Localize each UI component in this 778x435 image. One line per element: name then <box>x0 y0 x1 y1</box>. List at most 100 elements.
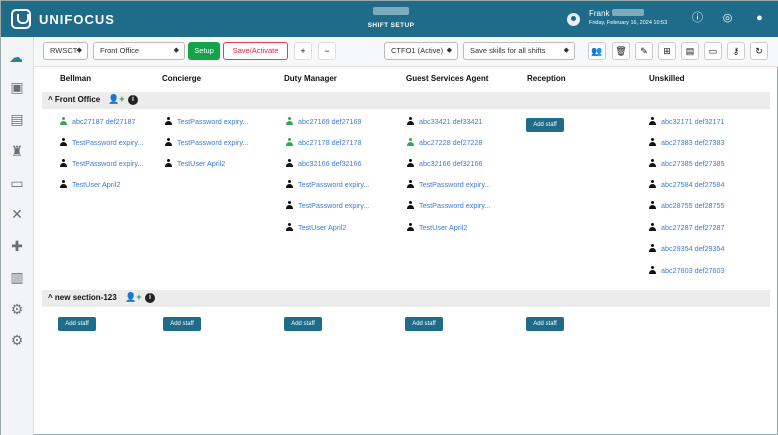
property-select[interactable]: RWSCT ◆ <box>43 42 88 60</box>
staff-member-name: abc29354 def29354 <box>661 244 725 253</box>
staff-member-link[interactable]: TestPassword expiry... <box>286 201 369 210</box>
staff-member-name: abc32166 def32166 <box>298 159 362 168</box>
remove-section-button[interactable]: − <box>318 42 336 60</box>
add-user-icon[interactable]: 👤+ <box>108 94 124 105</box>
staff-member-link[interactable]: abc27385 def27385 <box>649 159 725 168</box>
staff-member-name: TestUser April2 <box>419 223 468 232</box>
column-header-unskilled: Unskilled <box>649 74 685 83</box>
staff-member-name: TestUser April2 <box>72 180 121 189</box>
save-activate-button[interactable]: Save/Activate <box>223 42 288 60</box>
add-staff-button-reception-section-2[interactable]: Add staff <box>526 317 564 331</box>
user-icon[interactable] <box>567 13 580 26</box>
chart-icon[interactable]: ▥ <box>8 268 26 286</box>
staff-member-link[interactable]: abc33421 def33421 <box>407 117 483 126</box>
section-info-icon[interactable]: i <box>128 95 138 105</box>
unifocus-logo[interactable]: UNIFOCUS <box>11 9 115 29</box>
current-date: Friday, February 16, 2024 10:53 <box>589 20 668 26</box>
clipboard-icon[interactable]: ▤ <box>8 110 26 128</box>
sort-arrow-icon: ◆ <box>76 47 82 54</box>
bed-icon[interactable]: ▭ <box>8 174 26 192</box>
column-header-reception: Reception <box>527 74 566 83</box>
section-title: ^ Front Office <box>48 95 101 104</box>
staff-member-link[interactable]: TestUser April2 <box>165 159 225 168</box>
staff-member-link[interactable]: abc28755 def28755 <box>649 201 725 210</box>
person-icon <box>286 117 293 125</box>
staff-member-link[interactable]: TestUser April2 <box>60 180 120 189</box>
front-office-section-header[interactable]: ^ Front Office 👤+ i <box>42 92 770 109</box>
trash-icon[interactable]: 🗑 <box>612 42 630 60</box>
refresh-icon[interactable]: ↻ <box>750 42 768 60</box>
skills-select[interactable]: Save skills for all shifts ◆ <box>463 42 575 60</box>
bell-icon[interactable]: ● <box>753 12 766 25</box>
add-staff-button-duty-manager[interactable]: Add staff <box>284 317 322 331</box>
staff-member-link[interactable]: TestUser April2 <box>286 223 346 232</box>
shift-setup-grid: Bellman Concierge Duty Manager Guest Ser… <box>35 67 778 435</box>
left-sidebar: ☁ ▣ ▤ ♜ ▭ ✕ ✚ ▥ ⚙ ⚙ <box>1 37 34 435</box>
person-icon <box>165 159 172 167</box>
person-icon <box>407 201 414 209</box>
compass-icon[interactable]: ◎ <box>721 12 734 25</box>
staff-member-name: abc27603 def27603 <box>661 266 725 275</box>
staff-member-name: abc28755 def28755 <box>661 201 725 210</box>
add-section-button[interactable]: + <box>294 42 312 60</box>
note-icon[interactable]: ▭ <box>704 42 722 60</box>
person-icon <box>286 223 293 231</box>
staff-member-link[interactable]: TestUser April2 <box>407 223 467 232</box>
staff-member-link[interactable]: abc32166 def32166 <box>407 159 483 168</box>
staff-member-link[interactable]: abc27178 def27178 <box>286 138 362 147</box>
add-user-icon[interactable]: 👤+ <box>125 292 141 303</box>
setup-button[interactable]: Setup <box>188 42 220 60</box>
users-icon[interactable]: 👥 <box>588 42 606 60</box>
staff-member-name: abc32166 def32166 <box>419 159 483 168</box>
staff-member-link[interactable]: abc27169 def27169 <box>286 117 362 126</box>
add-staff-button-reception[interactable]: Add staff <box>526 118 564 132</box>
plus-icon[interactable]: ✚ <box>8 237 26 255</box>
shift-setup-toolbar: RWSCT ◆ Front Office ◆ Setup Save/Activate… <box>35 37 778 67</box>
person-icon <box>407 138 414 146</box>
staff-member-link[interactable]: abc27228 def27228 <box>407 138 483 147</box>
staff-member-link[interactable]: abc29354 def29354 <box>649 244 725 253</box>
person-icon <box>407 117 414 125</box>
staff-member-link[interactable]: abc27584 def27584 <box>649 180 725 189</box>
staff-member-name: abc33421 def33421 <box>419 117 483 126</box>
staff-member-link[interactable]: abc32166 def32166 <box>286 159 362 168</box>
person-icon <box>286 159 293 167</box>
new-section-123-header[interactable]: ^ new section-123 👤+ i <box>42 290 770 307</box>
add-box-icon[interactable]: ⊞ <box>658 42 676 60</box>
staff-member-name: abc27584 def27584 <box>661 180 725 189</box>
person-icon <box>286 138 293 146</box>
person-icon <box>407 180 414 188</box>
settings-user-icon[interactable]: ⚙ <box>8 300 26 318</box>
schedule-select[interactable]: CTFO1 (Active) ◆ <box>384 42 458 60</box>
staff-member-link[interactable]: TestPassword expiry... <box>286 180 369 189</box>
info-icon[interactable]: ⓘ <box>691 12 704 25</box>
id-card-icon[interactable]: ▤ <box>681 42 699 60</box>
calculator-icon[interactable]: ▣ <box>8 78 26 96</box>
staff-member-link[interactable]: abc27187 def27187 <box>60 117 136 126</box>
staff-member-link[interactable]: abc27603 def27603 <box>649 266 725 275</box>
staff-member-name: abc27169 def27169 <box>298 117 362 126</box>
section-info-icon[interactable]: i <box>145 293 155 303</box>
edit-icon[interactable]: ✎ <box>635 42 653 60</box>
staff-member-name: TestPassword expiry... <box>72 159 144 168</box>
settings-icon[interactable]: ⚙ <box>8 331 26 349</box>
staff-member-link[interactable]: abc27383 def27383 <box>649 138 725 147</box>
staff-member-link[interactable]: TestPassword expiry... <box>407 201 490 210</box>
add-staff-button-guest-services[interactable]: Add staff <box>405 317 443 331</box>
add-staff-button-bellman[interactable]: Add staff <box>58 317 96 331</box>
staff-member-link[interactable]: TestPassword expiry... <box>60 159 143 168</box>
department-select[interactable]: Front Office ◆ <box>93 42 185 60</box>
staff-member-link[interactable]: TestPassword expiry... <box>407 180 490 189</box>
key-icon[interactable]: ⚷ <box>727 42 745 60</box>
housekeeping-icon[interactable]: ♜ <box>8 142 26 160</box>
staff-member-link[interactable]: abc27287 def27287 <box>649 223 725 232</box>
weather-dashboard-icon[interactable]: ☁ <box>4 48 28 66</box>
add-staff-button-concierge[interactable]: Add staff <box>163 317 201 331</box>
staff-member-link[interactable]: abc32171 def32171 <box>649 117 725 126</box>
staff-member-link[interactable]: TestPassword expiry... <box>60 138 143 147</box>
staff-member-link[interactable]: TestPassword expiry... <box>165 117 248 126</box>
tools-icon[interactable]: ✕ <box>8 205 26 223</box>
sort-arrow-icon: ◆ <box>446 47 452 54</box>
staff-member-name: abc27287 def27287 <box>661 223 725 232</box>
staff-member-link[interactable]: TestPassword expiry... <box>165 138 248 147</box>
